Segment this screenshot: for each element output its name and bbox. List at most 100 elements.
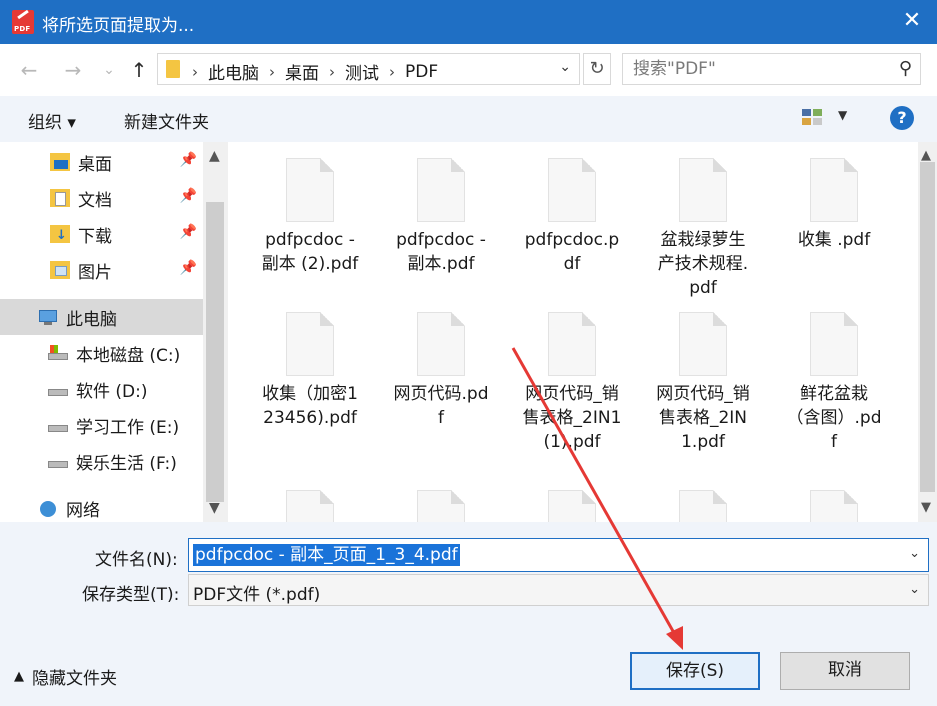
sidebar-item-drive-e[interactable]: 学习工作 (E:) [0, 407, 203, 443]
pdf-file-icon [810, 312, 858, 376]
command-toolbar: 组织 ▾ 新建文件夹 ▼ [0, 96, 937, 142]
recent-locations-chevron-icon[interactable]: ⌄ [96, 57, 122, 83]
pdf-file-icon [286, 312, 334, 376]
scrollbar-thumb[interactable] [206, 202, 224, 502]
up-arrow-icon[interactable]: ↑ [126, 57, 152, 83]
pdf-file-icon [548, 490, 596, 522]
drive-icon [48, 452, 68, 470]
chevron-right-icon: › [192, 62, 198, 81]
cancel-button[interactable]: 取消 [780, 652, 910, 690]
pdf-file-icon [286, 490, 334, 522]
breadcrumb-item[interactable]: 桌面 [285, 59, 319, 84]
sidebar-item-desktop[interactable]: 桌面 📌 [0, 144, 203, 180]
chevron-down-icon[interactable]: ⌄ [909, 582, 920, 597]
sidebar-item-label: 图片 [78, 262, 112, 283]
search-icon[interactable]: ⚲ [899, 58, 912, 79]
filename-field[interactable]: pdfpcdoc - 副本_页面_1_3_4.pdf ⌄ [188, 538, 929, 572]
sidebar-item-label: 本地磁盘 (C:) [76, 345, 181, 366]
save-button[interactable]: 保存(S) [630, 652, 760, 690]
file-list-scrollbar[interactable]: ▲ ▼ [918, 142, 937, 522]
close-icon[interactable]: ✕ [899, 8, 925, 34]
sidebar-scrollbar[interactable]: ▲ ▼ [203, 142, 228, 522]
breadcrumb-item[interactable]: 此电脑 [208, 59, 259, 84]
chevron-down-icon[interactable]: ⌄ [909, 546, 920, 561]
breadcrumb-item[interactable]: 测试 [345, 59, 379, 84]
sidebar-item-label: 文档 [78, 190, 112, 211]
save-form: 文件名(N): pdfpcdoc - 副本_页面_1_3_4.pdf ⌄ 保存类… [0, 522, 937, 706]
sidebar-item-pictures[interactable]: 图片 📌 [0, 252, 203, 288]
file-item-partial[interactable] [260, 490, 360, 522]
file-item[interactable]: pdfpcdoc - 副本 (2).pdf [260, 158, 360, 276]
chevron-right-icon[interactable]: › [329, 63, 335, 81]
pdf-file-icon [679, 312, 727, 376]
sidebar-item-network[interactable]: 网络 [0, 490, 203, 522]
scroll-down-icon[interactable]: ▼ [209, 500, 220, 516]
pdf-file-icon [417, 158, 465, 222]
pdf-file-icon [810, 490, 858, 522]
pin-icon: 📌 [179, 224, 197, 240]
scroll-up-icon[interactable]: ▲ [209, 148, 220, 164]
downloads-folder-icon: ↓ [50, 225, 70, 243]
filename-label: 文件名(N): [95, 550, 178, 570]
forward-arrow-icon[interactable]: → [60, 57, 86, 83]
pin-icon: 📌 [179, 188, 197, 204]
drive-icon [48, 344, 68, 362]
window-title: 将所选页面提取为... [42, 16, 195, 36]
file-item-partial[interactable] [784, 490, 884, 522]
new-folder-button[interactable]: 新建文件夹 [124, 108, 209, 133]
file-item[interactable]: 收集 .pdf [784, 158, 884, 252]
search-input[interactable] [633, 58, 873, 80]
pdf-file-icon [286, 158, 334, 222]
navigation-pane: 桌面 📌 文档 📌 ↓ 下载 📌 图片 📌 此电脑 本地磁盘 (C:) 软件 (… [0, 142, 228, 522]
chevron-right-icon[interactable]: › [389, 63, 395, 81]
sidebar-item-drive-c[interactable]: 本地磁盘 (C:) [0, 335, 203, 371]
address-bar[interactable]: › 此电脑 › 桌面 › 测试 › PDF ⌄ [157, 53, 580, 85]
file-item[interactable]: 鲜花盆栽（含图）.pdf [784, 312, 884, 454]
hide-folders-toggle[interactable]: ▲ 隐藏文件夹 [14, 664, 117, 689]
help-icon[interactable]: ? [890, 106, 914, 130]
sidebar-item-drive-f[interactable]: 娱乐生活 (F:) [0, 443, 203, 479]
chevron-right-icon[interactable]: › [269, 63, 275, 81]
file-item[interactable]: 盆栽绿萝生产技术规程.pdf [653, 158, 753, 300]
file-item[interactable]: 网页代码.pdf [391, 312, 491, 430]
desktop-folder-icon [50, 153, 70, 171]
pdf-file-icon [679, 490, 727, 522]
back-arrow-icon[interactable]: ← [16, 57, 42, 83]
pdf-file-icon [810, 158, 858, 222]
sidebar-item-this-pc[interactable]: 此电脑 [0, 299, 203, 335]
chevron-down-icon[interactable]: ⌄ [559, 59, 571, 75]
drive-icon [48, 416, 68, 434]
file-item-partial[interactable] [391, 490, 491, 522]
file-item-partial[interactable] [653, 490, 753, 522]
computer-icon [38, 308, 58, 326]
sidebar-item-label: 下载 [78, 226, 112, 247]
filename-value[interactable]: pdfpcdoc - 副本_页面_1_3_4.pdf [193, 544, 460, 566]
view-dropdown-icon[interactable]: ▼ [838, 108, 847, 122]
filetype-select[interactable]: PDF文件 (*.pdf) ⌄ [188, 574, 929, 606]
scroll-down-icon[interactable]: ▼ [921, 500, 931, 515]
sidebar-item-documents[interactable]: 文档 📌 [0, 180, 203, 216]
pictures-folder-icon [50, 261, 70, 279]
view-options-icon[interactable] [802, 109, 824, 127]
refresh-icon[interactable]: ↻ [583, 53, 611, 85]
breadcrumb-item[interactable]: PDF [405, 62, 438, 82]
file-item[interactable]: 网页代码_销售表格_2IN1(1).pdf [522, 312, 622, 454]
organize-menu-button[interactable]: 组织 ▾ [28, 108, 76, 133]
file-item[interactable]: pdfpcdoc - 副本.pdf [391, 158, 491, 276]
file-item[interactable]: 网页代码_销售表格_2IN1.pdf [653, 312, 753, 454]
file-item-partial[interactable] [522, 490, 622, 522]
sidebar-item-drive-d[interactable]: 软件 (D:) [0, 371, 203, 407]
search-box[interactable]: ⚲ [622, 53, 921, 85]
documents-folder-icon [50, 189, 70, 207]
folder-icon [166, 60, 180, 78]
sidebar-item-label: 娱乐生活 (F:) [76, 453, 177, 474]
file-item[interactable]: 收集（加密123456).pdf [260, 312, 360, 430]
pdf-file-icon [548, 312, 596, 376]
pdf-app-icon: PDF [12, 9, 34, 34]
sidebar-item-label: 网络 [66, 500, 100, 521]
pdf-file-icon [679, 158, 727, 222]
scroll-up-icon[interactable]: ▲ [921, 148, 931, 163]
sidebar-item-downloads[interactable]: ↓ 下载 📌 [0, 216, 203, 252]
scrollbar-thumb[interactable] [920, 162, 935, 492]
file-item[interactable]: pdfpcdoc.pdf [522, 158, 622, 276]
